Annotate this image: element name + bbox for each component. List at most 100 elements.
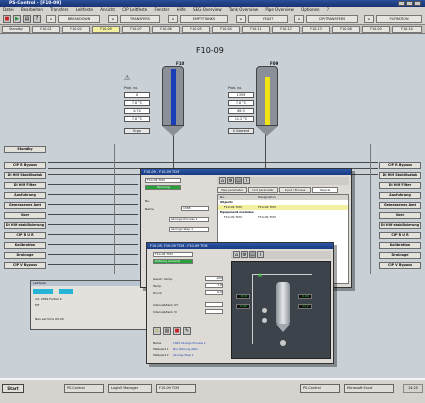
side-button-left[interactable]: Kalibration (4, 242, 46, 249)
menu-item[interactable]: Pipe Overview (265, 7, 294, 12)
tab-f10-11[interactable]: F10-11 (242, 26, 270, 33)
tab-unit-parameter[interactable]: Unit parameter (248, 187, 278, 193)
side-button-right[interactable]: Dl Hilf Stabilisatok (379, 172, 421, 179)
warning-icon[interactable]: ⚠ (153, 327, 161, 335)
cip-icon[interactable]: ⌂ (294, 15, 304, 23)
taskbar-item[interactable]: PS-Control (300, 384, 340, 393)
param-value[interactable]: 100 (205, 276, 223, 281)
home-icon[interactable]: ⌂ (233, 251, 240, 258)
tab-f10-06[interactable]: F10-06 (152, 26, 180, 33)
stop-icon[interactable]: ■ (3, 15, 11, 23)
tab-standby[interactable]: Standby (2, 26, 30, 33)
side-button-left[interactable]: Ausfuhrung (4, 192, 46, 199)
side-button-left[interactable]: Dl Hilf Filter (4, 182, 46, 189)
side-button-right[interactable]: Drainage (379, 252, 421, 259)
menu-item[interactable]: Ansicht (100, 7, 115, 12)
breakdown-button[interactable]: BREAKDOWN (58, 15, 100, 23)
param-value[interactable]: 0.0 (205, 290, 223, 295)
param-value[interactable] (205, 309, 223, 314)
print-icon[interactable]: ▤ (249, 251, 256, 258)
menu-item[interactable]: Transfers (50, 7, 68, 12)
valve-icon[interactable] (262, 308, 267, 313)
info-icon[interactable]: i (243, 177, 250, 184)
table-row[interactable]: F10-09 TCM F10-09 TCM (218, 215, 348, 220)
breakdown-icon[interactable]: ⌂ (46, 15, 56, 23)
side-button-left[interactable]: Drainage (4, 252, 46, 259)
side-button-right[interactable]: CIP V Bypass (379, 262, 421, 269)
menu-item[interactable]: ? (327, 7, 329, 12)
taskbar-item[interactable]: F10-09 TCM (156, 384, 196, 393)
side-button-right[interactable]: Gemessenes Amt (379, 202, 421, 209)
menu-item[interactable]: Datei (3, 7, 14, 12)
pump-icon[interactable] (280, 340, 286, 346)
tab-f10-10[interactable]: F10-10 (392, 26, 422, 33)
side-button-right[interactable]: Ausfuhrung (379, 192, 421, 199)
param-value[interactable]: 7.8 (205, 283, 223, 288)
transfers-button[interactable]: TRANSFERS (120, 15, 160, 23)
tab-f10-07[interactable]: F10-07 (122, 26, 150, 33)
side-button-left[interactable]: CIP V Bypass (4, 262, 46, 269)
print-icon[interactable]: ▤ (235, 177, 242, 184)
side-button-right[interactable]: Kalibration (379, 242, 421, 249)
menu-item[interactable]: Hilfe (177, 7, 186, 12)
emptytanks-button[interactable]: EMPTYTANKS (180, 15, 228, 23)
menu-item[interactable]: Tank Overview (229, 7, 258, 12)
chart-icon[interactable]: ▥ (163, 327, 171, 335)
side-button-left[interactable]: Gemessenes Amt (4, 202, 46, 209)
name-field[interactable]: Abrings Process 1 (169, 217, 209, 222)
tab-objects[interactable]: Objects (312, 187, 338, 193)
yeast-icon[interactable]: ⌂ (236, 15, 246, 23)
tank-left[interactable] (162, 66, 184, 126)
maximize-button[interactable] (406, 1, 413, 6)
yeast-button[interactable]: YEAST (248, 15, 288, 23)
info-icon[interactable]: i (257, 251, 264, 258)
edit-icon[interactable]: ✎ (183, 327, 191, 335)
equipment-name-field[interactable]: F10-09 TCM (153, 252, 193, 257)
side-button-right[interactable]: Dl Hilf Filter (379, 182, 421, 189)
tank-right-status[interactable]: 0 Gaerent (228, 128, 254, 134)
play-icon[interactable]: ▶ (13, 15, 21, 23)
valve-icon[interactable] (262, 318, 267, 323)
menu-item[interactable]: CIP Leitfeste (122, 7, 147, 12)
tab-f10-01[interactable]: F10-01 (32, 26, 60, 33)
tab-f10-08[interactable]: F10-08 (332, 26, 360, 33)
taskbar-item[interactable]: Logix5 Manager (108, 384, 152, 393)
transfers-icon[interactable]: ⌂ (108, 15, 118, 23)
tab-f10-05[interactable]: F10-05 (182, 26, 210, 33)
unit-name-field[interactable]: F10-09 TCM (145, 178, 181, 183)
tab-step-parameter[interactable]: Step parameter (217, 187, 247, 193)
side-button-right[interactable]: Dl Hilf stabilisierung (379, 222, 421, 229)
side-button-left[interactable]: Voer (4, 212, 46, 219)
side-button-right[interactable]: CIP R U R (379, 232, 421, 239)
menu-item[interactable]: Leitfeste (76, 7, 93, 12)
taskbar-item[interactable]: PS-Control (64, 384, 104, 393)
filtration-icon[interactable]: ⌂ (364, 15, 374, 23)
emptytanks-icon[interactable]: ⌂ (168, 15, 178, 23)
side-button-left[interactable]: Dl Hilf stabilisierung (4, 222, 46, 229)
menu-item[interactable]: Bearbeiten (21, 7, 43, 12)
tab-f10-02[interactable]: F10-02 (62, 26, 90, 33)
minimize-button[interactable] (398, 1, 405, 6)
menu-item[interactable]: Fenster (155, 7, 170, 12)
tank-left-status[interactable]: Ergo (124, 128, 150, 134)
home-icon[interactable]: ⌂ (219, 177, 226, 184)
print-icon[interactable]: ▤ (23, 15, 31, 23)
menu-item[interactable]: SEG-Overview (193, 7, 222, 12)
tab-f10-12[interactable]: F10-12 (272, 26, 300, 33)
step-field[interactable]: Abrings Step 1 (169, 227, 209, 232)
start-button[interactable]: Start (2, 384, 24, 393)
no-field[interactable]: 1365 (181, 206, 209, 211)
tab-f10-09[interactable]: F10-09 (92, 26, 120, 33)
tab-f10-03[interactable]: F10-03 (362, 26, 390, 33)
side-button-left[interactable]: CIP R Bypass (4, 162, 46, 169)
settings-icon[interactable]: ⚙ (227, 177, 234, 184)
close-button[interactable] (414, 1, 421, 6)
cip-transfers-button[interactable]: CIP/TRANSFERS (306, 15, 358, 23)
side-button-left[interactable]: CIP R U R (4, 232, 46, 239)
tank-right[interactable] (256, 66, 278, 126)
tab-f10-04[interactable]: F10-04 (212, 26, 240, 33)
side-button-right[interactable]: Voer (379, 212, 421, 219)
side-button-right[interactable]: CIP R Bypass (379, 162, 421, 169)
tab-input-process[interactable]: Input / Process (279, 187, 311, 193)
taskbar-item[interactable]: Microsoft Excel (344, 384, 394, 393)
